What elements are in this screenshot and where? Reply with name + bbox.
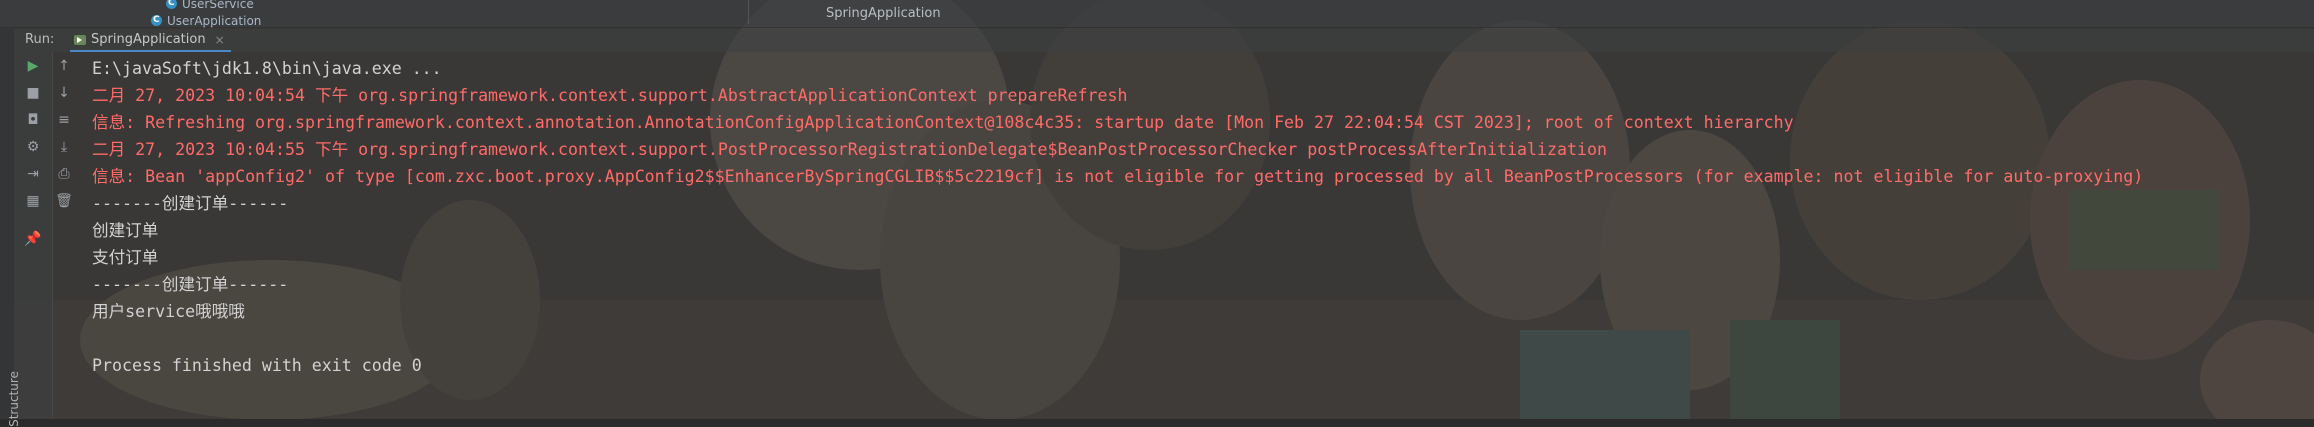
down-button[interactable]: ↓: [55, 84, 73, 102]
wrap-icon: ≡: [58, 112, 70, 128]
stop-button[interactable]: ■: [24, 84, 42, 102]
console-output[interactable]: E:\javaSoft\jdk1.8\bin\java.exe ... 二月 27…: [92, 55, 2143, 379]
exit-button[interactable]: ⇥: [24, 165, 42, 183]
layout-icon: ▦: [26, 193, 40, 209]
print-icon: ⎙: [58, 166, 70, 182]
tree-item-userservice[interactable]: UserService: [166, 0, 254, 11]
tree-item-userapplication[interactable]: UserApplication: [151, 13, 262, 28]
console-line: 支付订单: [92, 248, 159, 267]
exit-icon: ⇥: [27, 166, 39, 182]
tab-label: SpringApplication: [91, 32, 206, 47]
delete-button[interactable]: 🗑: [55, 192, 73, 210]
arrow-up-icon: ↑: [58, 58, 70, 74]
console-line: 二月 27, 2023 10:04:54 下午 org.springframew…: [92, 86, 1128, 105]
run-tool-header: Run: SpringApplication ×: [0, 29, 2314, 52]
project-tree-strip: UserService UserApplication SpringApplic…: [0, 0, 2314, 28]
editor-title: SpringApplication: [826, 6, 941, 21]
console-line: 信息: Bean 'appConfig2' of type [com.zxc.b…: [92, 167, 2144, 186]
scroll-end-icon: ⤓: [60, 139, 68, 155]
console-line: -------创建订单------: [92, 275, 289, 294]
pin-button[interactable]: 📌: [24, 230, 42, 248]
screenshot-button[interactable]: ◘: [24, 111, 42, 129]
play-icon: ▶: [27, 58, 39, 74]
console-line: 创建订单: [92, 221, 159, 240]
up-button[interactable]: ↑: [55, 57, 73, 75]
class-icon: [151, 13, 162, 27]
scroll-to-end-button[interactable]: ⤓: [55, 138, 73, 156]
editor-divider: [748, 0, 749, 24]
run-config-icon: [74, 34, 86, 45]
console-line: 二月 27, 2023 10:04:55 下午 org.springframew…: [92, 140, 1607, 159]
tab-springapplication[interactable]: SpringApplication ×: [70, 29, 231, 52]
gear-icon: ⚙: [26, 139, 40, 155]
console-line: E:\javaSoft\jdk1.8\bin\java.exe ...: [92, 59, 442, 78]
soft-wrap-button[interactable]: ≡: [55, 111, 73, 129]
arrow-down-icon: ↓: [58, 85, 70, 101]
trash-icon: 🗑: [55, 193, 73, 209]
run-label: Run:: [25, 32, 55, 47]
tree-item-label: UserService: [182, 0, 254, 11]
rerun-button[interactable]: ▶: [24, 57, 42, 75]
pin-icon: 📌: [24, 231, 42, 247]
console-line: 信息: Refreshing org.springframework.conte…: [92, 113, 1794, 132]
console-line: 用户service哦哦哦: [92, 302, 245, 321]
structure-side-strip: [0, 29, 14, 419]
layout-button[interactable]: ▦: [24, 192, 42, 210]
stop-icon: ■: [26, 85, 40, 101]
settings-button[interactable]: ⚙: [24, 138, 42, 156]
close-icon[interactable]: ×: [215, 33, 225, 47]
print-button[interactable]: ⎙: [55, 165, 73, 183]
tree-item-label: UserApplication: [167, 14, 262, 28]
class-icon: [166, 0, 177, 10]
console-line: Process finished with exit code 0: [92, 356, 422, 375]
camera-icon: ◘: [27, 112, 39, 128]
console-line: -------创建订单------: [92, 194, 289, 213]
